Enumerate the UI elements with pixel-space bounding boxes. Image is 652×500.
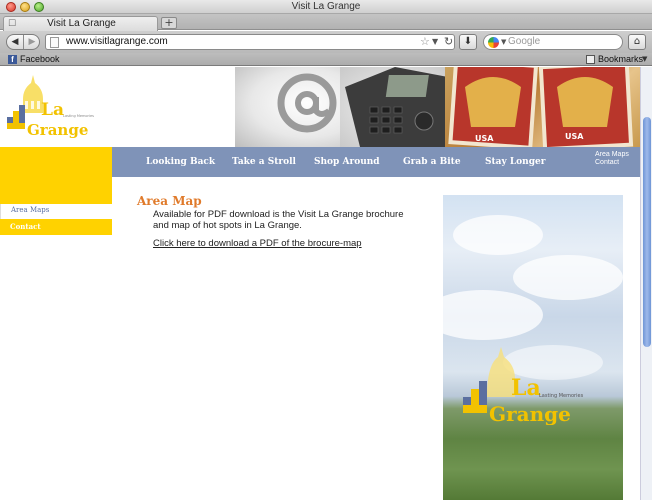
back-button[interactable]: ◀ <box>7 35 24 49</box>
svg-text:Grange: Grange <box>489 402 571 425</box>
logo-tagline: Lasting Memories <box>63 114 94 118</box>
bookmarks-bar: f Facebook Bookmarks ▼ <box>0 53 652 66</box>
tab-label: Visit La Grange <box>47 18 116 29</box>
browser-toolbar: ◀ ▶ www.visitlagrange.com ☆ ▼ ↻ ⬇ ▼ Goog… <box>0 31 652 53</box>
landscape-photo: La Grange Lasting Memories <box>443 195 623 500</box>
url-text[interactable]: www.visitlagrange.com <box>66 36 168 47</box>
bookmarks-dropdown-icon[interactable]: ▼ <box>642 55 647 63</box>
nav-shop-around[interactable]: Shop Around <box>314 147 380 177</box>
svg-text:La: La <box>511 375 541 401</box>
page-scrollbar[interactable] <box>640 67 652 500</box>
tab-bar: ☐ Visit La Grange + <box>0 14 652 31</box>
tab-visit-la-grange[interactable]: ☐ Visit La Grange <box>3 16 158 31</box>
desk-phone-image <box>340 67 450 147</box>
site-header: La Grange Lasting Memories USA USA <box>0 67 640 147</box>
subnav-area-maps-label: Area Maps <box>11 206 50 214</box>
nav-side-links: Area Maps Contact <box>595 151 629 167</box>
subnav-area-maps[interactable]: Area Maps <box>0 204 112 219</box>
nav-grab-a-bite[interactable]: Grab a Bite <box>403 147 461 177</box>
usa-stamps-image: USA USA <box>445 67 640 147</box>
page-icon <box>50 37 59 48</box>
forward-button[interactable]: ▶ <box>24 35 40 49</box>
google-icon <box>488 37 499 48</box>
new-tab-button[interactable]: + <box>161 17 177 29</box>
scrollbar-thumb[interactable] <box>643 117 651 347</box>
window-title: Visit La Grange <box>291 1 361 12</box>
la-grange-watermark-logo: La Grange Lasting Memories <box>463 347 584 425</box>
nav-area-maps-link[interactable]: Area Maps <box>595 151 629 159</box>
la-grange-logo[interactable]: La Grange Lasting Memories <box>5 73 105 145</box>
download-pdf-link[interactable]: Click here to download a PDF of the broc… <box>153 238 362 249</box>
nav-stay-longer[interactable]: Stay Longer <box>485 147 546 177</box>
subnav-contact-label: Contact <box>10 222 41 231</box>
left-accent-block <box>0 147 112 207</box>
svg-text:USA: USA <box>475 134 494 143</box>
header-collage-image: USA USA <box>235 67 640 147</box>
bookmarks-menu[interactable]: Bookmarks <box>598 54 643 64</box>
nav-take-a-stroll[interactable]: Take a Stroll <box>232 147 296 177</box>
watermark-tagline: Lasting Memories <box>539 393 584 399</box>
nav-contact-link[interactable]: Contact <box>595 159 629 167</box>
window-titlebar: Visit La Grange <box>0 0 652 14</box>
logo-grange-text: Grange <box>27 121 88 139</box>
search-input[interactable]: Google <box>508 36 540 47</box>
page-title: Area Map <box>137 194 202 208</box>
history-nav: ◀ ▶ <box>6 34 40 50</box>
page-viewport: La Grange Lasting Memories USA USA Looki… <box>0 67 640 500</box>
bookmark-facebook[interactable]: Facebook <box>20 54 60 64</box>
content-body: Available for PDF download is the Visit … <box>153 209 404 231</box>
bookmarks-book-icon <box>586 55 595 64</box>
nav-looking-back[interactable]: Looking Back <box>146 147 215 177</box>
subnav-contact[interactable]: Contact <box>0 219 112 235</box>
address-bar[interactable]: www.visitlagrange.com ☆ ▼ ↻ <box>45 34 455 50</box>
reload-icon[interactable]: ↻ <box>444 35 453 48</box>
search-engine-dropdown-icon[interactable]: ▼ <box>501 38 506 46</box>
main-nav: Looking Back Take a Stroll Shop Around G… <box>112 147 640 177</box>
search-bar[interactable]: ▼ Google <box>483 34 623 50</box>
logo-la-text: La <box>41 100 64 120</box>
svg-text:USA: USA <box>565 132 584 141</box>
url-history-dropdown-icon[interactable]: ▼ <box>432 37 438 46</box>
facebook-icon: f <box>8 55 17 64</box>
bookmark-star-icon[interactable]: ☆ <box>420 35 430 48</box>
home-button[interactable]: ⌂ <box>628 34 646 50</box>
at-symbol-image <box>235 67 355 147</box>
downloads-button[interactable]: ⬇ <box>459 34 477 50</box>
